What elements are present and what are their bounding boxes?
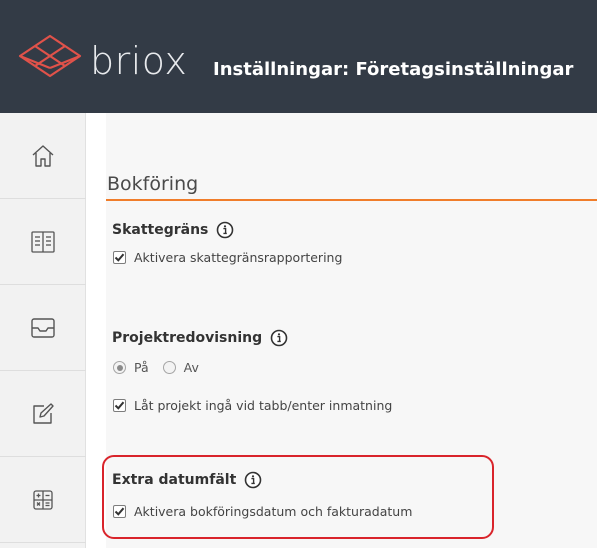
edit-note-icon <box>33 402 54 424</box>
ledger-book-icon <box>31 230 55 253</box>
extra-checkbox-label[interactable]: Aktivera bokföringsdatum och fakturadatu… <box>134 504 412 519</box>
group-title-skattegrans: Skattegräns <box>112 221 234 239</box>
sidebar-item-inbox[interactable] <box>0 285 86 371</box>
info-icon[interactable] <box>270 329 288 347</box>
radio-pa[interactable] <box>113 361 126 374</box>
page-title: Inställningar: Företagsinställningar <box>213 59 574 80</box>
group-title-extra: Extra datumfält <box>112 471 262 489</box>
group-title-skattegrans-label: Skattegräns <box>112 222 209 238</box>
group-title-projekt-label: Projektredovisning <box>112 330 263 346</box>
projekt-radio-group: På Av <box>113 360 213 375</box>
checkmark-icon <box>114 507 125 516</box>
group-title-extra-label: Extra datumfält <box>112 472 237 488</box>
info-icon[interactable] <box>216 221 234 239</box>
inbox-tray-icon <box>31 317 55 338</box>
briox-logo-icon <box>18 34 82 78</box>
main-content: Bokföring Skattegräns Aktivera skattegrä… <box>86 113 597 548</box>
radio-av-label[interactable]: Av <box>184 360 199 375</box>
sidebar <box>0 113 86 548</box>
skattegrans-checkbox-label[interactable]: Aktivera skattegränsrapportering <box>134 250 342 265</box>
extra-checkbox-row[interactable]: Aktivera bokföringsdatum och fakturadatu… <box>113 504 412 519</box>
sidebar-item-ledger[interactable] <box>0 199 86 285</box>
projekt-checkbox-row[interactable]: Låt projekt ingå vid tabb/enter inmatnin… <box>113 398 392 413</box>
extra-checkbox[interactable] <box>113 505 126 518</box>
skattegrans-checkbox[interactable] <box>113 251 126 264</box>
calculator-icon <box>33 489 53 510</box>
section-divider <box>106 199 597 201</box>
sidebar-item-home[interactable] <box>0 113 86 199</box>
radio-av[interactable] <box>162 361 176 374</box>
sidebar-item-calculator[interactable] <box>0 457 86 543</box>
app-header: briox Inställningar: Företagsinställning… <box>0 0 597 113</box>
projekt-checkbox[interactable] <box>113 399 126 412</box>
sidebar-item-edit[interactable] <box>0 371 86 457</box>
brand-name: briox <box>90 39 188 83</box>
group-title-projekt: Projektredovisning <box>112 329 288 347</box>
home-icon <box>32 144 54 167</box>
section-title: Bokföring <box>107 173 199 195</box>
radio-selected-dot <box>116 364 123 371</box>
projekt-checkbox-label[interactable]: Låt projekt ingå vid tabb/enter inmatnin… <box>134 398 392 413</box>
highlight-frame <box>102 455 494 539</box>
radio-pa-label[interactable]: På <box>134 360 149 375</box>
skattegrans-checkbox-row[interactable]: Aktivera skattegränsrapportering <box>113 250 342 265</box>
info-icon[interactable] <box>244 471 262 489</box>
checkmark-icon <box>114 253 125 262</box>
checkmark-icon <box>114 401 125 410</box>
